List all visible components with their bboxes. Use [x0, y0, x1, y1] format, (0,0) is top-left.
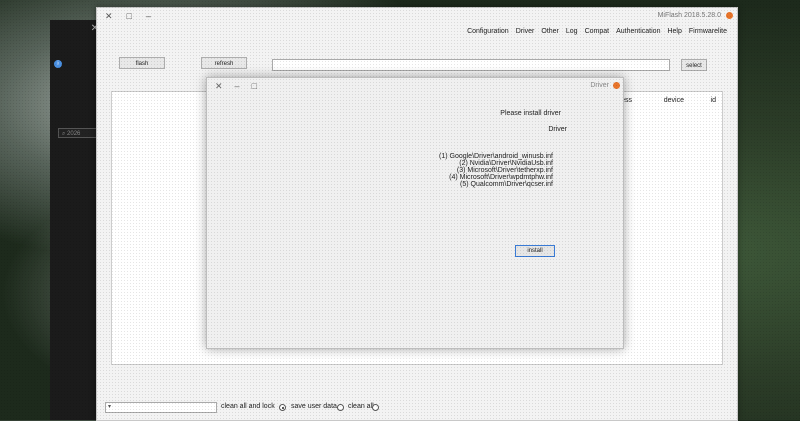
install-button[interactable]: install	[515, 245, 555, 257]
flash-options: ▾ clean all and lock save user data clea…	[105, 401, 730, 415]
info-icon[interactable]: i	[54, 60, 62, 68]
menu-compat[interactable]: Compat	[585, 28, 610, 35]
window-controls: ✕ □ –	[105, 11, 151, 22]
menu-authentication[interactable]: Authentication	[616, 28, 660, 35]
minimize-icon[interactable]: –	[146, 11, 151, 22]
path-input[interactable]	[272, 59, 670, 71]
search-placeholder: 2026	[67, 131, 81, 137]
driver-line-5: (5) Qualcomm\Driver\qcser.inf	[460, 181, 553, 188]
dialog-prompt: Please install driver	[500, 110, 561, 117]
script-dropdown[interactable]: ▾	[105, 402, 217, 413]
dialog-window-controls: ✕ – □	[215, 81, 257, 92]
dialog-close-icon[interactable]: ✕	[215, 81, 223, 92]
dialog-heading: Driver	[548, 126, 567, 133]
menu-firmwarelite[interactable]: Firmwarelite	[689, 28, 727, 35]
column-header-device: device	[663, 97, 684, 104]
window-title: MiFlash 2018.5.28.0	[657, 12, 721, 19]
maximize-icon[interactable]: □	[127, 11, 132, 22]
driver-line-3: (3) Microsoft\Driver\tetherxp.inf	[456, 167, 553, 174]
dialog-maximize-icon[interactable]: □	[252, 81, 257, 92]
driver-line-1: (1) Google\Driver\android_winusb.inf	[439, 153, 553, 160]
radio-save-user-data[interactable]	[337, 404, 344, 411]
save-user-data-label: save user data	[291, 403, 337, 410]
menu-bar: Configuration Driver Other Log Compat Au…	[467, 28, 727, 35]
app-icon	[726, 12, 733, 19]
dialog-minimize-icon[interactable]: –	[235, 81, 240, 92]
refresh-button[interactable]: refresh	[201, 57, 247, 69]
search-icon: ⌕	[62, 131, 66, 137]
menu-driver[interactable]: Driver	[516, 28, 535, 35]
clean-all-label: clean all	[348, 403, 374, 410]
main-titlebar: ✕ □ – MiFlash 2018.5.28.0	[97, 8, 737, 26]
dialog-title: Driver	[590, 82, 609, 89]
toolbar: select refresh flash	[97, 57, 737, 73]
driver-line-4: (4) Microsoft\Driver\wpdmtphw.inf	[449, 174, 553, 181]
chevron-down-icon: ▾	[108, 404, 112, 410]
menu-other[interactable]: Other	[541, 28, 559, 35]
driver-line-2: (2) Nvidia\Driver\NvidiaUsb.inf	[459, 160, 553, 167]
close-icon[interactable]: ✕	[105, 11, 113, 22]
radio-clean-all[interactable]	[372, 404, 379, 411]
driver-dialog: ✕ – □ Driver Please install driver Drive…	[206, 77, 624, 349]
radio-clean-all-and-lock[interactable]	[279, 404, 286, 411]
clean-all-and-lock-label: clean all and lock	[221, 403, 275, 410]
terminal-search-input[interactable]: ⌕ 2026	[58, 128, 100, 138]
menu-log[interactable]: Log	[566, 28, 578, 35]
menu-configuration[interactable]: Configuration	[467, 28, 509, 35]
dialog-app-icon	[613, 82, 620, 89]
column-header-id: id	[710, 97, 716, 104]
menu-help[interactable]: Help	[667, 28, 681, 35]
flash-button[interactable]: flash	[119, 57, 165, 69]
select-button[interactable]: select	[681, 59, 707, 71]
